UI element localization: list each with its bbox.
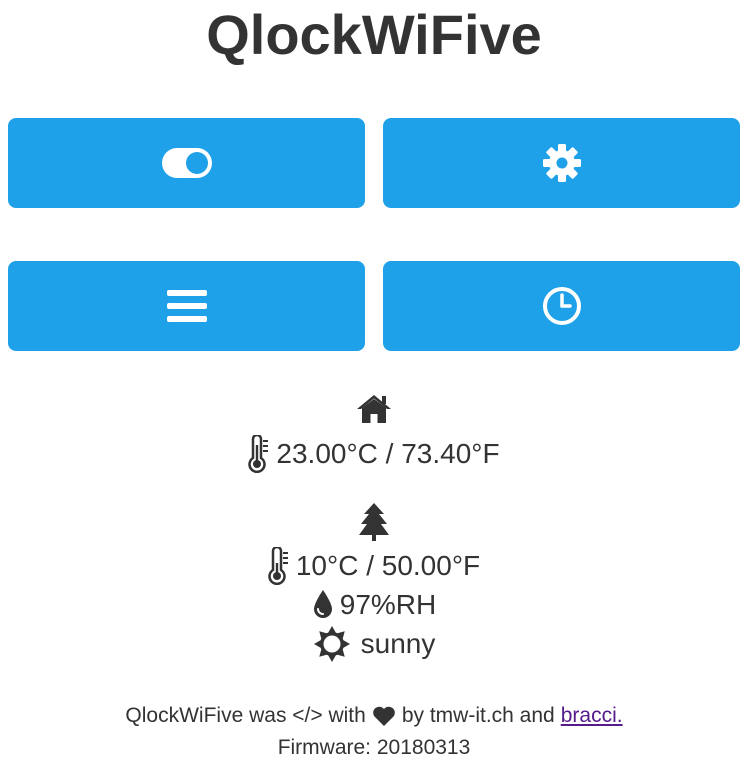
outdoor-temperature: 10°C / 50.00°F <box>0 546 748 586</box>
page-title: QlockWiFive <box>206 3 542 66</box>
outdoor-weather: sunny <box>0 624 748 664</box>
indoor-header <box>0 394 748 431</box>
outdoor-humidity-value: 97%RH <box>339 589 437 620</box>
indoor-temperature-value: 23.00°C / 73.40°F <box>276 438 500 469</box>
bars-icon <box>166 289 207 323</box>
thermometer-icon <box>248 435 270 473</box>
firmware-version: Firmware: 20180313 <box>277 736 471 759</box>
droplet-icon <box>312 589 334 621</box>
power-toggle-button[interactable] <box>8 118 365 208</box>
tree-icon <box>358 502 390 549</box>
heart-icon <box>372 705 396 727</box>
settings-button[interactable] <box>383 118 740 208</box>
home-icon <box>356 394 392 431</box>
outdoor-temperature-value: 10°C / 50.00°F <box>295 550 481 581</box>
clock-button[interactable] <box>383 261 740 351</box>
gear-icon <box>542 143 582 183</box>
sun-icon <box>313 625 351 663</box>
indoor-temperature: 23.00°C / 73.40°F <box>0 434 748 474</box>
credits-suffix: by tmw-it.ch and <box>401 704 555 727</box>
footer-credits: QlockWiFive was </> with by tmw-it.ch an… <box>0 702 748 730</box>
outdoor-header <box>0 502 748 545</box>
bracci-link[interactable]: bracci. <box>561 704 623 728</box>
outdoor-weather-value: sunny <box>360 628 436 659</box>
page: QlockWiFive 23.00°C / 73.40°F 10°C / 50.… <box>0 0 748 767</box>
outdoor-humidity: 97%RH <box>0 586 748 624</box>
credits-prefix: QlockWiFive was </> with <box>125 704 366 727</box>
clock-icon <box>542 286 582 326</box>
toggle-on-icon <box>161 147 213 179</box>
thermometer-icon <box>268 547 290 585</box>
menu-button[interactable] <box>8 261 365 351</box>
